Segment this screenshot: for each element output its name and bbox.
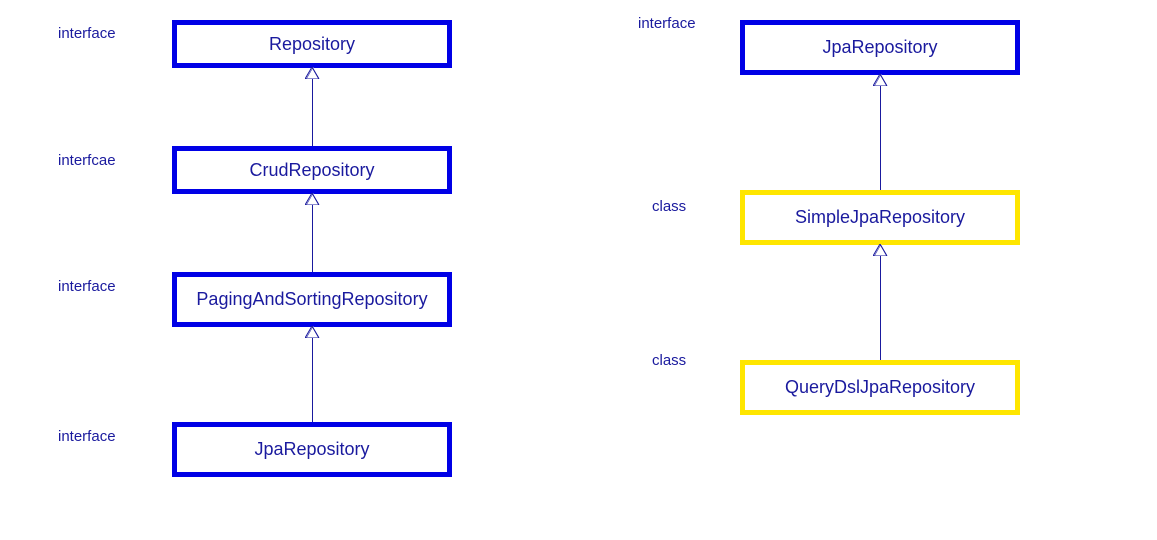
- box-jpa-repository: JpaRepository: [172, 422, 452, 477]
- box-jpa-repository-right: JpaRepository: [740, 20, 1020, 75]
- stereotype-label: interface: [58, 278, 116, 295]
- stereotype-label: interfcae: [58, 152, 116, 169]
- box-label: JpaRepository: [822, 37, 937, 58]
- box-crud-repository: CrudRepository: [172, 146, 452, 194]
- box-label: CrudRepository: [249, 160, 374, 181]
- box-label: QueryDslJpaRepository: [785, 377, 975, 398]
- inheritance-arrow: [312, 327, 313, 422]
- inheritance-arrow: [312, 68, 313, 146]
- stereotype-label: interface: [58, 428, 116, 445]
- box-label: PagingAndSortingRepository: [196, 289, 427, 310]
- inheritance-arrow: [880, 245, 881, 360]
- stereotype-label: interface: [58, 25, 116, 42]
- box-simple-jpa-repository: SimpleJpaRepository: [740, 190, 1020, 245]
- box-repository: Repository: [172, 20, 452, 68]
- inheritance-arrow: [880, 75, 881, 190]
- box-query-dsl-jpa-repository: QueryDslJpaRepository: [740, 360, 1020, 415]
- box-label: SimpleJpaRepository: [795, 207, 965, 228]
- stereotype-label: class: [652, 352, 686, 369]
- stereotype-label: interface: [638, 15, 696, 32]
- inheritance-arrow: [312, 194, 313, 272]
- box-label: JpaRepository: [254, 439, 369, 460]
- stereotype-label: class: [652, 198, 686, 215]
- box-label: Repository: [269, 34, 355, 55]
- box-paging-sorting-repository: PagingAndSortingRepository: [172, 272, 452, 327]
